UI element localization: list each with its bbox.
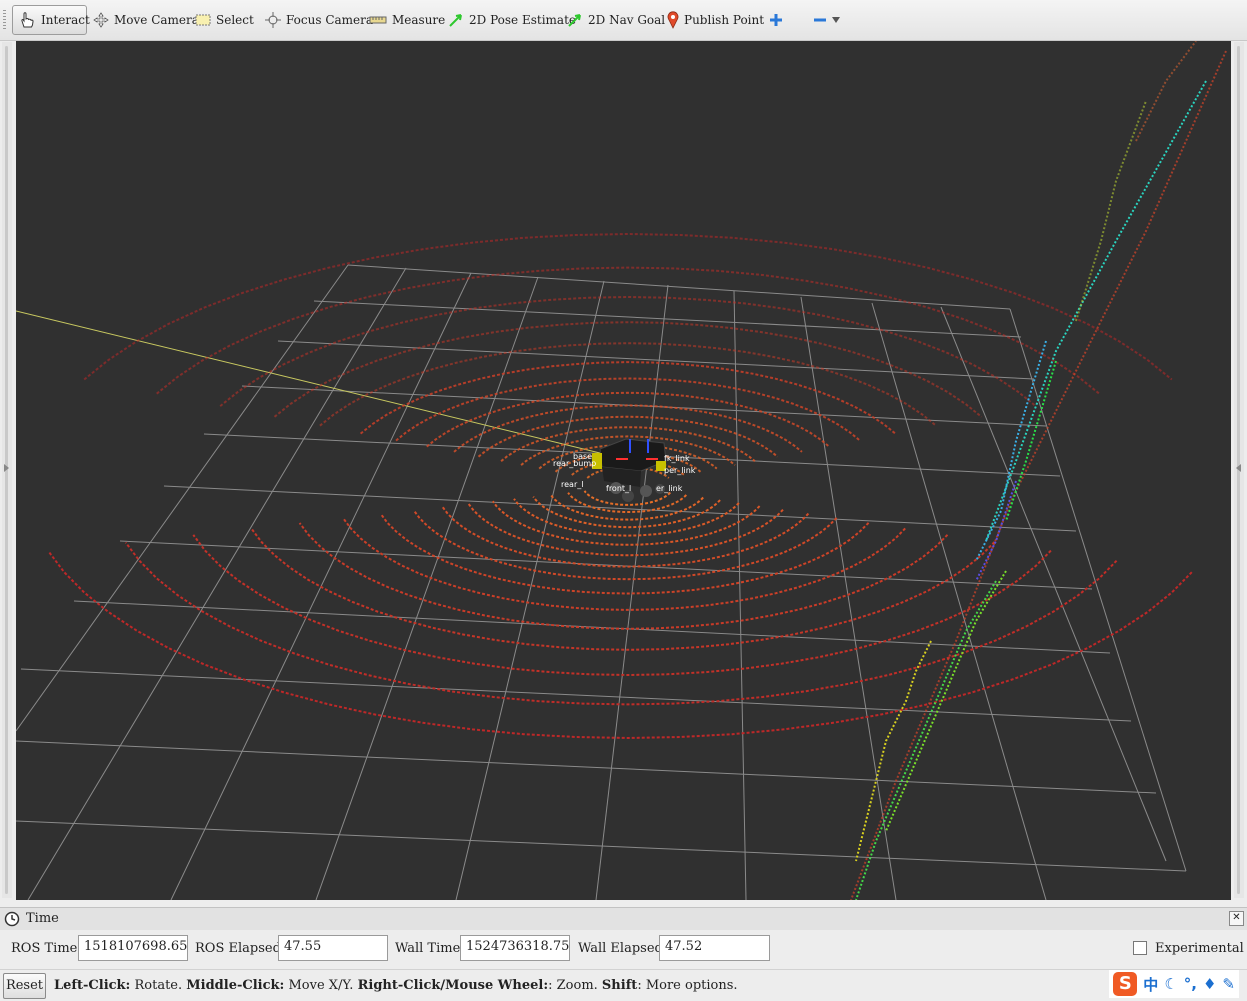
scan-ring-back bbox=[395, 377, 861, 442]
punctuation-icon[interactable]: °, bbox=[1184, 975, 1197, 993]
move-arrows-icon bbox=[93, 12, 109, 28]
remove-tool-button[interactable] bbox=[808, 5, 844, 35]
moon-icon[interactable]: ☾ bbox=[1164, 975, 1177, 993]
interact-tool-button[interactable]: Interact bbox=[12, 5, 90, 35]
select-label: Select bbox=[216, 13, 254, 27]
status-help-text: Left-Click: Rotate. Middle-Click: Move X… bbox=[54, 978, 738, 993]
measure-label: Measure bbox=[392, 13, 446, 27]
shirt-icon[interactable]: ♦ bbox=[1203, 975, 1216, 993]
scan-ring-front bbox=[250, 527, 996, 651]
green-arrow-icon bbox=[568, 14, 581, 27]
2d-pose-estimate-tool-button[interactable]: 2D Pose Estimate bbox=[443, 5, 576, 35]
selection-rectangle-icon bbox=[195, 14, 211, 26]
scan-ring-back bbox=[83, 232, 1173, 381]
wrench-icon[interactable]: ✎ bbox=[1222, 975, 1235, 993]
time-panel: ROS Time: 1518107698.65 ROS Elapsed: 47.… bbox=[0, 930, 1247, 968]
move-camera-tool-button[interactable]: Move Camera bbox=[88, 5, 199, 35]
wall-time-label: Wall Time: bbox=[395, 941, 465, 956]
shift-desc: : More options. bbox=[637, 978, 738, 993]
floor-grid bbox=[16, 264, 1187, 900]
3d-render-viewport[interactable]: base rear_bump fk_link per_link rear_l front_… bbox=[16, 41, 1231, 900]
publish-point-label: Publish Point bbox=[684, 13, 765, 27]
publish-point-tool-button[interactable]: Publish Point bbox=[662, 5, 764, 35]
wall-elapsed-label: Wall Elapsed: bbox=[578, 941, 668, 956]
plus-icon bbox=[770, 14, 782, 26]
robot-link-label: er_link bbox=[656, 484, 683, 493]
point-cloud-scene: baserear_bumpfk_linkper_linkrear_l front_… bbox=[16, 41, 1227, 900]
chevron-down-icon[interactable] bbox=[832, 17, 840, 23]
status-bar: Reset Left-Click: Rotate. Middle-Click: … bbox=[0, 969, 1247, 1001]
left-click-desc: Rotate. bbox=[130, 978, 187, 993]
focus-camera-label: Focus Camera bbox=[286, 13, 374, 27]
expand-left-arrow-icon[interactable] bbox=[4, 464, 9, 472]
map-pin-icon bbox=[667, 11, 679, 29]
select-tool-button[interactable]: Select bbox=[190, 5, 254, 35]
left-click-key: Left-Click: bbox=[54, 978, 131, 993]
robot-link-label: rear_bump bbox=[553, 459, 596, 468]
ros-time-label: ROS Time: bbox=[11, 941, 82, 956]
scan-ring-back bbox=[359, 361, 897, 435]
reset-button[interactable]: Reset bbox=[3, 973, 46, 999]
ros-elapsed-field[interactable]: 47.55 bbox=[278, 935, 388, 961]
expand-right-arrow-icon[interactable] bbox=[1236, 464, 1241, 472]
experimental-label: Experimental bbox=[1155, 941, 1244, 956]
move-camera-label: Move Camera bbox=[114, 13, 199, 27]
right-click-key: Right-Click/Mouse Wheel: bbox=[357, 978, 549, 993]
scan-ring-front bbox=[412, 509, 838, 581]
middle-click-desc: Move X/Y. bbox=[284, 978, 358, 993]
clock-icon bbox=[4, 911, 20, 927]
input-method-tray[interactable]: S 中 ☾ °, ♦ ✎ bbox=[1109, 970, 1239, 998]
add-tool-button[interactable] bbox=[764, 5, 790, 35]
scan-ring-front bbox=[441, 506, 810, 568]
left-panel-splitter[interactable] bbox=[2, 42, 12, 898]
measure-tool-button[interactable]: Measure bbox=[364, 5, 445, 35]
experimental-checkbox[interactable] bbox=[1133, 941, 1147, 955]
wall-elapsed-field[interactable]: 47.52 bbox=[659, 935, 770, 961]
2d-nav-goal-tool-button[interactable]: 2D Nav Goal bbox=[562, 5, 665, 35]
colored-wall-pointcloud bbox=[850, 41, 1227, 900]
ruler-icon bbox=[369, 16, 387, 24]
sogou-ime-icon[interactable]: S bbox=[1113, 972, 1138, 996]
time-panel-title: Time bbox=[26, 911, 59, 926]
scan-ring-back bbox=[219, 295, 1037, 407]
crosshair-focus-icon bbox=[265, 12, 281, 28]
ime-chinese-mode[interactable]: 中 bbox=[1143, 974, 1158, 995]
scan-ring-front bbox=[467, 503, 784, 557]
robot-link-label: fk_link bbox=[664, 454, 690, 463]
green-arrow-icon bbox=[449, 14, 462, 27]
scan-ring-front bbox=[491, 500, 761, 546]
middle-click-key: Middle-Click: bbox=[186, 978, 285, 993]
wall-time-field[interactable]: 1524736318.75 bbox=[460, 935, 570, 961]
scan-ring-back bbox=[319, 342, 937, 427]
robot-link-label: rear_l bbox=[561, 480, 583, 489]
2d-pose-estimate-label: 2D Pose Estimate bbox=[469, 13, 576, 27]
shift-key: Shift bbox=[601, 978, 638, 993]
right-panel-splitter[interactable] bbox=[1234, 42, 1244, 898]
scan-ring-back bbox=[273, 321, 983, 418]
ros-time-field[interactable]: 1518107698.65 bbox=[78, 935, 188, 961]
time-panel-header: Time ✕ bbox=[0, 907, 1247, 931]
path-line bbox=[16, 310, 605, 455]
2d-nav-goal-label: 2D Nav Goal bbox=[588, 13, 666, 27]
tool-toolbar: Interact Move Camera Select Focus Camera… bbox=[0, 0, 1247, 41]
right-click-desc: : Zoom. bbox=[548, 978, 602, 993]
minus-icon bbox=[814, 18, 826, 22]
toolbar-grip[interactable] bbox=[3, 10, 6, 30]
robot-link-label: front_l bbox=[606, 484, 631, 493]
robot-link-label: per_link bbox=[664, 466, 696, 475]
interact-label: Interact bbox=[41, 13, 90, 27]
hand-pointer-icon bbox=[21, 12, 34, 28]
focus-camera-tool-button[interactable]: Focus Camera bbox=[260, 5, 373, 35]
close-icon[interactable]: ✕ bbox=[1229, 911, 1244, 926]
ros-elapsed-label: ROS Elapsed: bbox=[195, 941, 286, 956]
